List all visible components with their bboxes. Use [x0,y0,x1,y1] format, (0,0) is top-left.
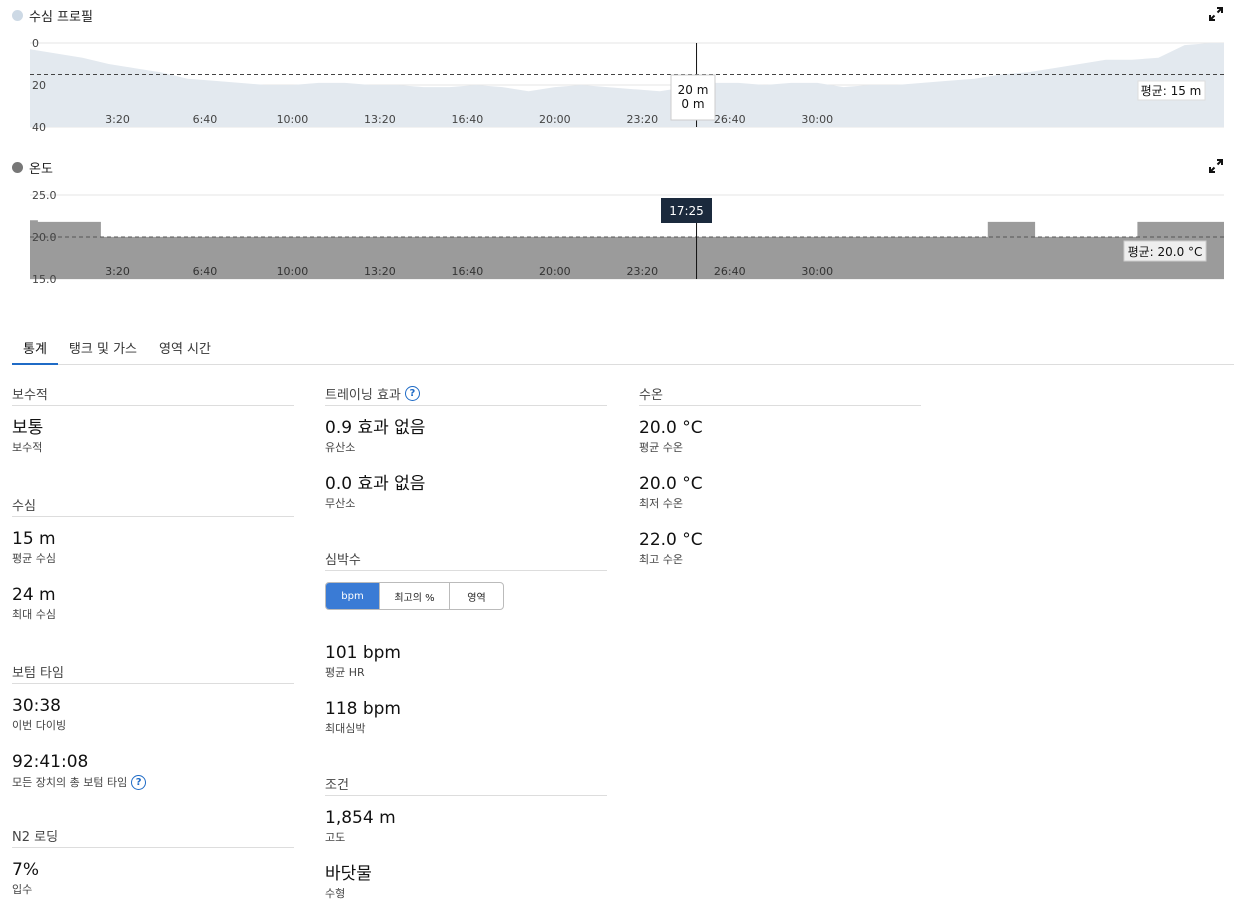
max-hr-label: 최대심박 [325,722,366,735]
temp-cursor-time: 17:25 [669,204,704,218]
section-header-conservatism: 보수적 [12,384,294,406]
depth-tooltip-value-1: 20 m [678,83,709,97]
depth-tooltip: 20 m 0 m [670,74,716,121]
anaerobic-label: 무산소 [325,497,356,510]
temp-y-tick-label: 20.0 [32,231,57,244]
aerobic-value: 0.9 효과 없음 [325,418,426,438]
temp-x-tick-label: 6:40 [193,265,218,278]
temp-cursor-time-badge: 17:25 [661,198,712,223]
avg-water-temp-label: 평균 수온 [639,441,683,454]
depth-x-tick-label: 10:00 [277,113,309,126]
min-water-temp-label: 최저 수온 [639,497,683,510]
section-header-bottom-time: 보텀 타임 [12,662,294,684]
dive-bottom-time-value: 30:38 [12,696,61,716]
altitude-value: 1,854 m [325,808,396,828]
conservatism-value: 보통 [12,418,44,438]
tab-zone-time[interactable]: 영역 시간 [148,330,222,365]
avg-depth-value: 15 m [12,529,56,549]
depth-plot[interactable]: 0 20 40 3:20 6:40 10:00 13:20 16:40 20:00 23:20 2… [0,6,1234,131]
temp-x-tick-label: 16:40 [452,265,484,278]
tab-stats[interactable]: 통계 [12,330,58,365]
hr-unit-bpm-button[interactable]: bpm [326,583,380,609]
depth-x-tick-label: 3:20 [105,113,130,126]
depth-chart[interactable]: 수심 프로필 0 20 40 3:20 6:40 10:00 13:20 16:40 20:0… [0,6,1234,131]
hr-unit-toggle: bpm 최고의 % 영역 [325,582,504,610]
total-bottom-time-label-text: 모든 장치의 총 보텀 타임 [12,775,128,789]
temp-plot[interactable]: 25.0 20.0 15.0 3:20 6:40 10:00 13:20 16:40 20:0… [0,158,1234,283]
section-header-conditions: 조건 [325,774,607,796]
water-type-value: 바닷물 [325,864,372,884]
max-water-temp-value: 22.0 °C [639,530,703,550]
depth-average-badge: 평균: 15 m [1137,80,1206,101]
section-header-n2: N2 로딩 [12,826,294,848]
aerobic-label: 유산소 [325,441,356,454]
n2-label: 입수 [12,883,33,896]
avg-hr-label: 평균 HR [325,666,365,679]
section-header-heart-rate: 심박수 [325,549,607,571]
section-header-water-temp: 수온 [639,384,921,406]
help-icon[interactable]: ? [131,775,147,790]
stats-column-1: 보수적 보통 보수적 수심 15 m 평균 수심 24 m 최대 수심 보텀 타… [12,384,294,897]
total-bottom-time-label: 모든 장치의 총 보텀 타임 ? [12,775,294,790]
water-type-label: 수형 [325,887,346,900]
avg-water-temp-value: 20.0 °C [639,418,703,438]
avg-hr-value: 101 bpm [325,643,401,663]
total-bottom-time-value: 92:41:08 [12,752,89,772]
dive-bottom-time-label: 이번 다이빙 [12,719,67,732]
temp-y-tick-label: 15.0 [32,273,57,283]
anaerobic-value: 0.0 효과 없음 [325,474,426,494]
max-depth-label: 최대 수심 [12,608,56,621]
max-hr-value: 118 bpm [325,699,401,719]
conservatism-label: 보수적 [12,441,43,454]
stats-column-3: 수온 20.0 °C 평균 수온 20.0 °C 최저 수온 22.0 °C 최… [639,384,921,567]
depth-y-tick-label: 40 [32,121,46,131]
temp-x-tick-label: 26:40 [714,265,746,278]
help-icon[interactable]: ? [404,386,420,401]
section-header-training: 트레이닝 효과 ? [325,384,607,406]
temp-x-tick-label: 23:20 [626,265,658,278]
depth-x-tick-label: 6:40 [193,113,218,126]
temp-x-tick-label: 30:00 [801,265,833,278]
temp-x-tick-label: 3:20 [105,265,130,278]
temp-average-label: 평균: 20.0 °C [1128,245,1203,259]
depth-x-tick-label: 30:00 [801,113,833,126]
depth-y-tick-label: 0 [32,37,39,50]
temp-x-tick-label: 10:00 [277,265,309,278]
depth-x-tick-label: 26:40 [714,113,746,126]
temp-y-tick-label: 25.0 [32,189,57,202]
min-water-temp-value: 20.0 °C [639,474,703,494]
depth-x-tick-label: 23:20 [626,113,658,126]
section-header-depth: 수심 [12,495,294,517]
training-header-text: 트레이닝 효과 [325,388,401,403]
depth-y-tick-label: 20 [32,79,46,92]
stats-tabs: 통계 탱크 및 가스 영역 시간 [12,330,1234,365]
hr-unit-zone-button[interactable]: 영역 [448,583,503,609]
depth-x-tick-label: 16:40 [452,113,484,126]
tab-tanks-gas[interactable]: 탱크 및 가스 [58,330,148,365]
max-depth-value: 24 m [12,585,56,605]
max-water-temp-label: 최고 수온 [639,553,683,566]
temperature-chart[interactable]: 온도 25.0 20.0 15.0 3:20 6:40 10:00 13:20 16:40 2… [0,158,1234,283]
stats-column-2: 트레이닝 효과 ? 0.9 효과 없음 유산소 0.0 효과 없음 무산소 심박… [325,384,607,901]
depth-tooltip-value-2: 0 m [681,97,704,111]
depth-x-tick-label: 13:20 [364,113,396,126]
temp-average-badge: 평균: 20.0 °C [1123,240,1207,262]
avg-depth-label: 평균 수심 [12,552,56,565]
n2-value: 7% [12,860,39,880]
altitude-label: 고도 [325,831,346,844]
depth-x-tick-label: 20:00 [539,113,571,126]
temp-x-tick-label: 13:20 [364,265,396,278]
depth-average-label: 평균: 15 m [1141,84,1202,98]
temp-x-tick-label: 20:00 [539,265,571,278]
hr-unit-percent-max-button[interactable]: 최고의 % [379,583,449,609]
